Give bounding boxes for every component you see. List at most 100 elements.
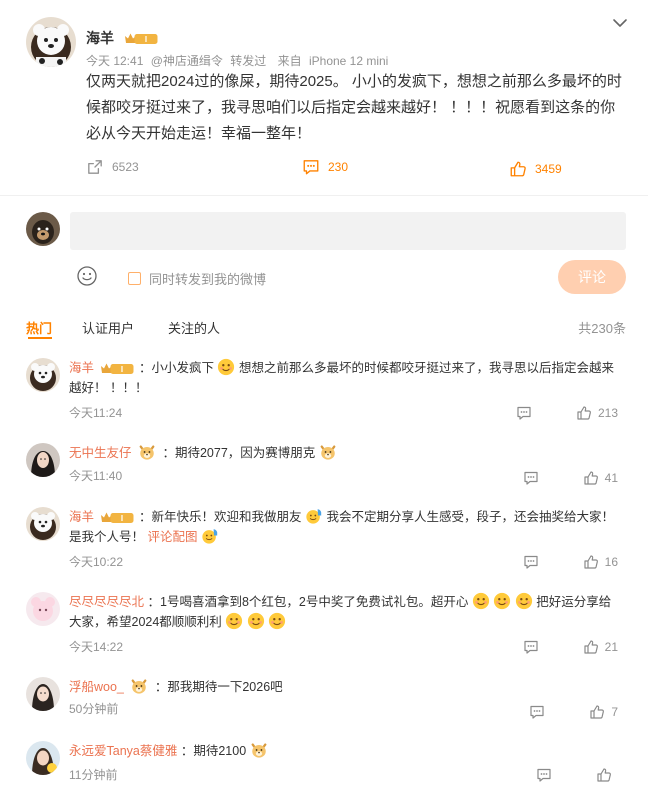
comment-time: 11分钟前 (69, 768, 118, 782)
comment-like-count: 21 (604, 640, 618, 654)
commenter-name[interactable]: 尽尽尽尽尽北 (69, 595, 144, 609)
comment-content: ：那我期待一下2026吧 (154, 680, 283, 694)
post-source-prefix: 来自 (277, 54, 302, 68)
my-avatar[interactable] (26, 212, 60, 246)
comment-icon (302, 158, 320, 176)
comment-image-link[interactable]: 评论配图 (148, 530, 198, 544)
comment-time: 今天10:22 (69, 555, 124, 569)
vip-crown-icon (100, 511, 134, 525)
comment-icon[interactable] (529, 704, 545, 720)
tab-hot[interactable]: 热门 (26, 318, 52, 337)
comment-like-button[interactable]: 213 (576, 405, 618, 421)
comment-actions: 16 (523, 554, 618, 570)
comment-like-button[interactable]: 16 (583, 554, 618, 570)
comment-like-button[interactable]: 7 (589, 704, 618, 720)
comment-like-button[interactable] (596, 767, 618, 783)
emoji-icon[interactable] (76, 265, 98, 287)
commenter-avatar[interactable] (26, 741, 60, 775)
commenter-name[interactable]: 海羊 (69, 361, 94, 375)
like-icon (583, 639, 599, 655)
comment-icon[interactable] (523, 554, 539, 570)
like-icon (576, 405, 592, 421)
kiss-emoji-icon (247, 612, 265, 630)
commenter-avatar[interactable] (26, 677, 60, 711)
like-count: 3459 (535, 162, 562, 176)
repost-button[interactable]: 6523 (86, 158, 139, 176)
commenter-name[interactable]: 浮船woo_ (69, 680, 124, 694)
chevron-down-icon[interactable] (611, 14, 629, 32)
dog-emoji-icon (250, 741, 268, 759)
comment-like-button[interactable]: 41 (583, 470, 618, 486)
comment-text: 尽尽尽尽尽北 ：1号喝喜酒拿到8个红包，2号中奖了免费试礼包。超开心 把好运分享… (69, 592, 614, 632)
comment-time: 50分钟前 (69, 702, 119, 716)
smile-emoji-icon (515, 592, 533, 610)
kiss-emoji-icon (217, 358, 235, 376)
comment-content: ：小小发疯下 (138, 361, 214, 375)
comment-actions: 7 (529, 704, 618, 720)
checkbox-box[interactable] (128, 272, 141, 285)
post-source: iPhone 12 mini (308, 54, 389, 68)
tab-following[interactable]: 关注的人 (168, 318, 220, 337)
fan-badge-icon (130, 677, 148, 695)
comment-count: 230 (328, 160, 349, 174)
wave-emoji-icon (305, 507, 323, 525)
repost-count: 6523 (112, 160, 139, 174)
like-icon (583, 470, 599, 486)
like-button[interactable]: 3459 (509, 160, 562, 178)
comment-actions: 21 (523, 639, 618, 655)
comment-icon[interactable] (516, 405, 532, 421)
comment-text: 永远爱Tanya蔡健雅 ：期待2100 (69, 741, 614, 761)
post-author: 海羊 (86, 28, 158, 48)
comment-content: ：1号喝喜酒拿到8个红包，2号中奖了免费试礼包。超开心 (147, 595, 469, 609)
wave-emoji-icon (201, 527, 219, 545)
commenter-avatar[interactable] (26, 358, 60, 392)
comment-actions: 41 (523, 470, 618, 486)
commenter-name[interactable]: 永远爱Tanya蔡健雅 (69, 744, 177, 758)
comment-time: 今天11:40 (69, 469, 123, 483)
smile-emoji-icon (472, 592, 490, 610)
repost-icon (86, 158, 104, 176)
comment-item: 尽尽尽尽尽北 ：1号喝喜酒拿到8个红包，2号中奖了免费试礼包。超开心 把好运分享… (26, 592, 626, 662)
comment-time: 今天14:22 (69, 640, 124, 654)
comment-like-count: 7 (611, 705, 618, 719)
dog-emoji-icon (319, 443, 337, 461)
post-time[interactable]: 今天 12:41 (86, 54, 143, 68)
repost-checkbox[interactable]: 同时转发到我的微博 (128, 269, 266, 288)
commenter-avatar[interactable] (26, 507, 60, 541)
kiss-emoji-icon (268, 612, 286, 630)
commenter-name[interactable]: 无中生友仔 (69, 446, 132, 460)
comment-item: 海羊 ：小小发疯下 想想之前那么多最坏的时候都咬牙挺过来了，我寻思以后指定会越来… (26, 358, 626, 428)
comment-icon[interactable] (536, 767, 552, 783)
post-author-avatar[interactable] (26, 17, 76, 67)
fan-badge-icon (138, 443, 156, 461)
comment-time: 今天11:24 (69, 406, 123, 420)
post-mention[interactable]: @神店通缉令 (151, 54, 223, 68)
commenter-avatar[interactable] (26, 443, 60, 477)
tab-verified[interactable]: 认证用户 (82, 318, 134, 337)
comment-item: 海羊 ：新年快乐！欢迎和我做朋友 我会不定期分享人生感受，段子，还会抽奖给大家！… (26, 507, 626, 577)
tab-hot-underline (28, 337, 52, 339)
commenter-name[interactable]: 海羊 (69, 510, 94, 524)
comment-content: ：期待2100 (180, 744, 247, 758)
post-author-name[interactable]: 海羊 (86, 30, 114, 46)
comment-icon[interactable] (523, 470, 539, 486)
comment-text: 无中生友仔 ：期待2077，因为赛博朋克 (69, 443, 614, 463)
comment-like-count: 41 (604, 471, 618, 485)
comment-button[interactable]: 230 (302, 158, 348, 176)
divider (0, 195, 648, 196)
kiss-emoji-icon (225, 612, 243, 630)
commenter-avatar[interactable] (26, 592, 60, 626)
like-icon (589, 704, 605, 720)
comment-icon[interactable] (523, 639, 539, 655)
smile-emoji-icon (493, 592, 511, 610)
comment-content: ：新年快乐！欢迎和我做朋友 (138, 510, 302, 524)
comment-tabs: 热门 认证用户 关注的人 共230条 (26, 318, 626, 339)
comment-like-count: 213 (597, 406, 618, 420)
like-icon (596, 767, 612, 783)
submit-comment-button[interactable]: 评论 (558, 260, 626, 294)
comment-text: 海羊 ：新年快乐！欢迎和我做朋友 我会不定期分享人生感受，段子，还会抽奖给大家！… (69, 507, 614, 547)
comment-input[interactable] (70, 212, 626, 250)
comment-like-count: 16 (604, 555, 618, 569)
comment-like-button[interactable]: 21 (583, 639, 618, 655)
post-action: 转发过 (230, 54, 267, 68)
